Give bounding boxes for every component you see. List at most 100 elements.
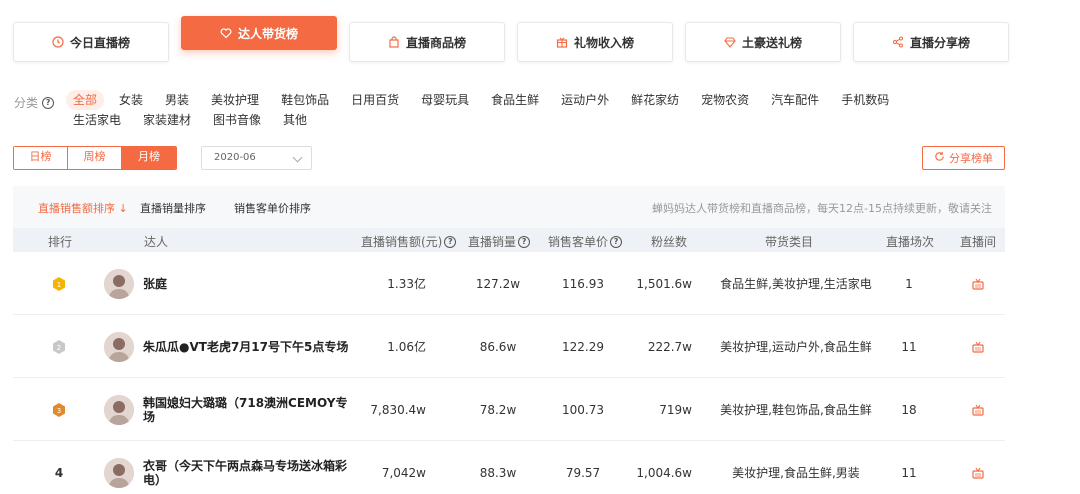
live-room-cell: [958, 441, 998, 494]
category-item[interactable]: 生活家电: [66, 110, 128, 130]
help-icon[interactable]: ?: [518, 235, 531, 248]
table-header: 排行 达人 直播销售额(元)? 直播销量? 销售客单价? 粉丝数 带货类目 直播…: [13, 228, 1005, 252]
diamond-icon: [724, 36, 736, 48]
ranking-tabs: 今日直播榜 达人带货榜 直播商品榜 礼物收入榜 土豪送礼榜 直播分享榜: [13, 16, 1009, 62]
tab-live-products[interactable]: 直播商品榜: [349, 22, 505, 62]
sales-category: 美妆护理,鞋包饰品,食品生鲜: [720, 403, 872, 417]
category-item[interactable]: 全部: [66, 90, 105, 110]
period-button[interactable]: 月榜: [122, 147, 176, 169]
live-room-icon[interactable]: [972, 341, 984, 353]
share-icon: [892, 36, 904, 48]
help-icon[interactable]: ?: [444, 235, 457, 248]
category-item[interactable]: 鲜花家纺: [624, 90, 686, 110]
sort-sales-amount[interactable]: 直播销售额排序 ↓: [38, 200, 128, 216]
tab-label: 直播商品榜: [405, 35, 466, 50]
category-item[interactable]: 其他: [276, 110, 314, 130]
session-count: 1: [905, 276, 913, 291]
update-note: 蝉妈妈达人带货榜和直播商品榜，每天12点-15点持续更新，敬请关注: [652, 202, 992, 215]
help-icon[interactable]: ?: [42, 96, 55, 109]
chevron-down-icon: [292, 152, 303, 163]
tab-anchor-sales[interactable]: 达人带货榜: [181, 16, 337, 50]
col-anchor: 达人: [144, 235, 169, 249]
tab-gift-income[interactable]: 礼物收入榜: [517, 22, 673, 62]
col-category: 带货类目: [765, 235, 814, 249]
rank-number: 3: [57, 407, 61, 415]
month-select[interactable]: 2020-06: [201, 146, 312, 170]
rank-cell: 2: [43, 315, 75, 378]
rank-medal-icon: 2: [53, 339, 65, 354]
avatar[interactable]: [104, 331, 134, 362]
tab-label: 土豪送礼榜: [741, 35, 802, 50]
anchor-cell: 朱瓜瓜●VT老虎7月17号下午5点专场: [143, 315, 353, 378]
anchor-name[interactable]: 张庭: [143, 277, 167, 291]
category-item[interactable]: 运动户外: [554, 90, 616, 110]
avatar[interactable]: [104, 394, 134, 425]
category-item[interactable]: 男装: [158, 90, 196, 110]
clock-icon: [52, 36, 64, 48]
category-item[interactable]: 母婴玩具: [414, 90, 476, 110]
tab-label: 今日直播榜: [69, 35, 130, 50]
tab-today-live[interactable]: 今日直播榜: [13, 22, 169, 62]
anchor-name[interactable]: 朱瓜瓜●VT老虎7月17号下午5点专场: [143, 340, 348, 354]
sales-volume: 88.3w: [479, 465, 517, 480]
sort-unit-price[interactable]: 销售客单价排序: [234, 200, 311, 216]
table-row[interactable]: 4 衣哥（今天下午两点森马专场送冰箱彩电） 7,042w 88.3w 79.57…: [13, 441, 1005, 494]
sales-amount: 1.06亿: [387, 340, 426, 354]
tab-label: 达人带货榜: [237, 26, 298, 41]
category-item[interactable]: 图书音像: [206, 110, 268, 130]
fans-count: 719w: [659, 402, 692, 417]
avatar[interactable]: [104, 268, 134, 299]
anchor-cell: 张庭: [143, 252, 353, 315]
fans-count: 1,004.6w: [636, 465, 692, 480]
avatar[interactable]: [104, 457, 134, 488]
period-button[interactable]: 日榜: [14, 147, 68, 169]
sort-sales-volume[interactable]: 直播销量排序: [140, 200, 206, 216]
category-item[interactable]: 手机数码: [834, 90, 896, 110]
sales-category: 食品生鲜,美妆护理,生活家电: [720, 277, 872, 291]
session-count: 11: [901, 465, 917, 480]
share-ranking-button[interactable]: 分享榜单: [922, 146, 1005, 170]
avatar-cell: [104, 315, 134, 378]
fans-count: 222.7w: [647, 339, 692, 354]
tab-rich-gifters[interactable]: 土豪送礼榜: [685, 22, 841, 62]
category-item[interactable]: 汽车配件: [764, 90, 826, 110]
rank-cell: 1: [43, 252, 75, 315]
table-row[interactable]: 2 朱瓜瓜●VT老虎7月17号下午5点专场 1.06亿 86.6w 122.29…: [13, 315, 1005, 378]
period-toggle: 日榜 周榜 月榜: [13, 146, 177, 170]
live-room-cell: [958, 252, 998, 315]
live-room-icon[interactable]: [972, 404, 984, 416]
sort-bar: 直播销售额排序 ↓ 直播销量排序 销售客单价排序 蝉妈妈达人带货榜和直播商品榜，…: [13, 186, 1005, 228]
category-item[interactable]: 美妆护理: [204, 90, 266, 110]
live-room-icon[interactable]: [972, 467, 984, 479]
unit-price: 79.57: [565, 465, 601, 480]
period-button[interactable]: 周榜: [68, 147, 122, 169]
category-list: 全部 女装 男装 美妆护理 鞋包饰品 日用百货 母婴玩具 食品生鲜 运动户外 鲜花家纺 宠物农资 汽车…: [66, 90, 966, 130]
category-item[interactable]: 家装建材: [136, 110, 198, 130]
avatar-cell: [104, 378, 134, 441]
category-item[interactable]: 食品生鲜: [484, 90, 546, 110]
sales-category: 美妆护理,运动户外,食品生鲜: [720, 340, 872, 354]
table-row[interactable]: 1 张庭 1.33亿 127.2w 116.93 1,501.6w 食品生鲜,美…: [13, 252, 1005, 315]
category-label: 分类 ?: [14, 94, 55, 111]
category-item[interactable]: 鞋包饰品: [274, 90, 336, 110]
anchor-name[interactable]: 韩国媳妇大璐璐（718澳洲CEMOY专场: [143, 396, 353, 424]
category-item[interactable]: 宠物农资: [694, 90, 756, 110]
unit-price: 100.73: [562, 402, 604, 417]
fans-count: 1,501.6w: [636, 276, 692, 291]
live-room-cell: [958, 315, 998, 378]
category-item[interactable]: 女装: [112, 90, 150, 110]
help-icon[interactable]: ?: [610, 235, 623, 248]
anchor-cell: 韩国媳妇大璐璐（718澳洲CEMOY专场: [143, 378, 353, 441]
unit-price: 116.93: [562, 276, 604, 291]
anchor-cell: 衣哥（今天下午两点森马专场送冰箱彩电）: [143, 441, 353, 494]
gift-icon: [556, 36, 568, 48]
col-sales-volume: 直播销量?: [468, 233, 531, 250]
sales-amount: 1.33亿: [387, 277, 426, 291]
table-row[interactable]: 3 韩国媳妇大璐璐（718澳洲CEMOY专场 7,830.4w 78.2w 10…: [13, 378, 1005, 441]
sales-category: 美妆护理,食品生鲜,男装: [732, 466, 860, 480]
rank-number: 2: [57, 344, 61, 352]
live-room-icon[interactable]: [972, 278, 984, 290]
category-item[interactable]: 日用百货: [344, 90, 406, 110]
anchor-name[interactable]: 衣哥（今天下午两点森马专场送冰箱彩电）: [143, 459, 353, 487]
tab-live-share[interactable]: 直播分享榜: [853, 22, 1009, 62]
